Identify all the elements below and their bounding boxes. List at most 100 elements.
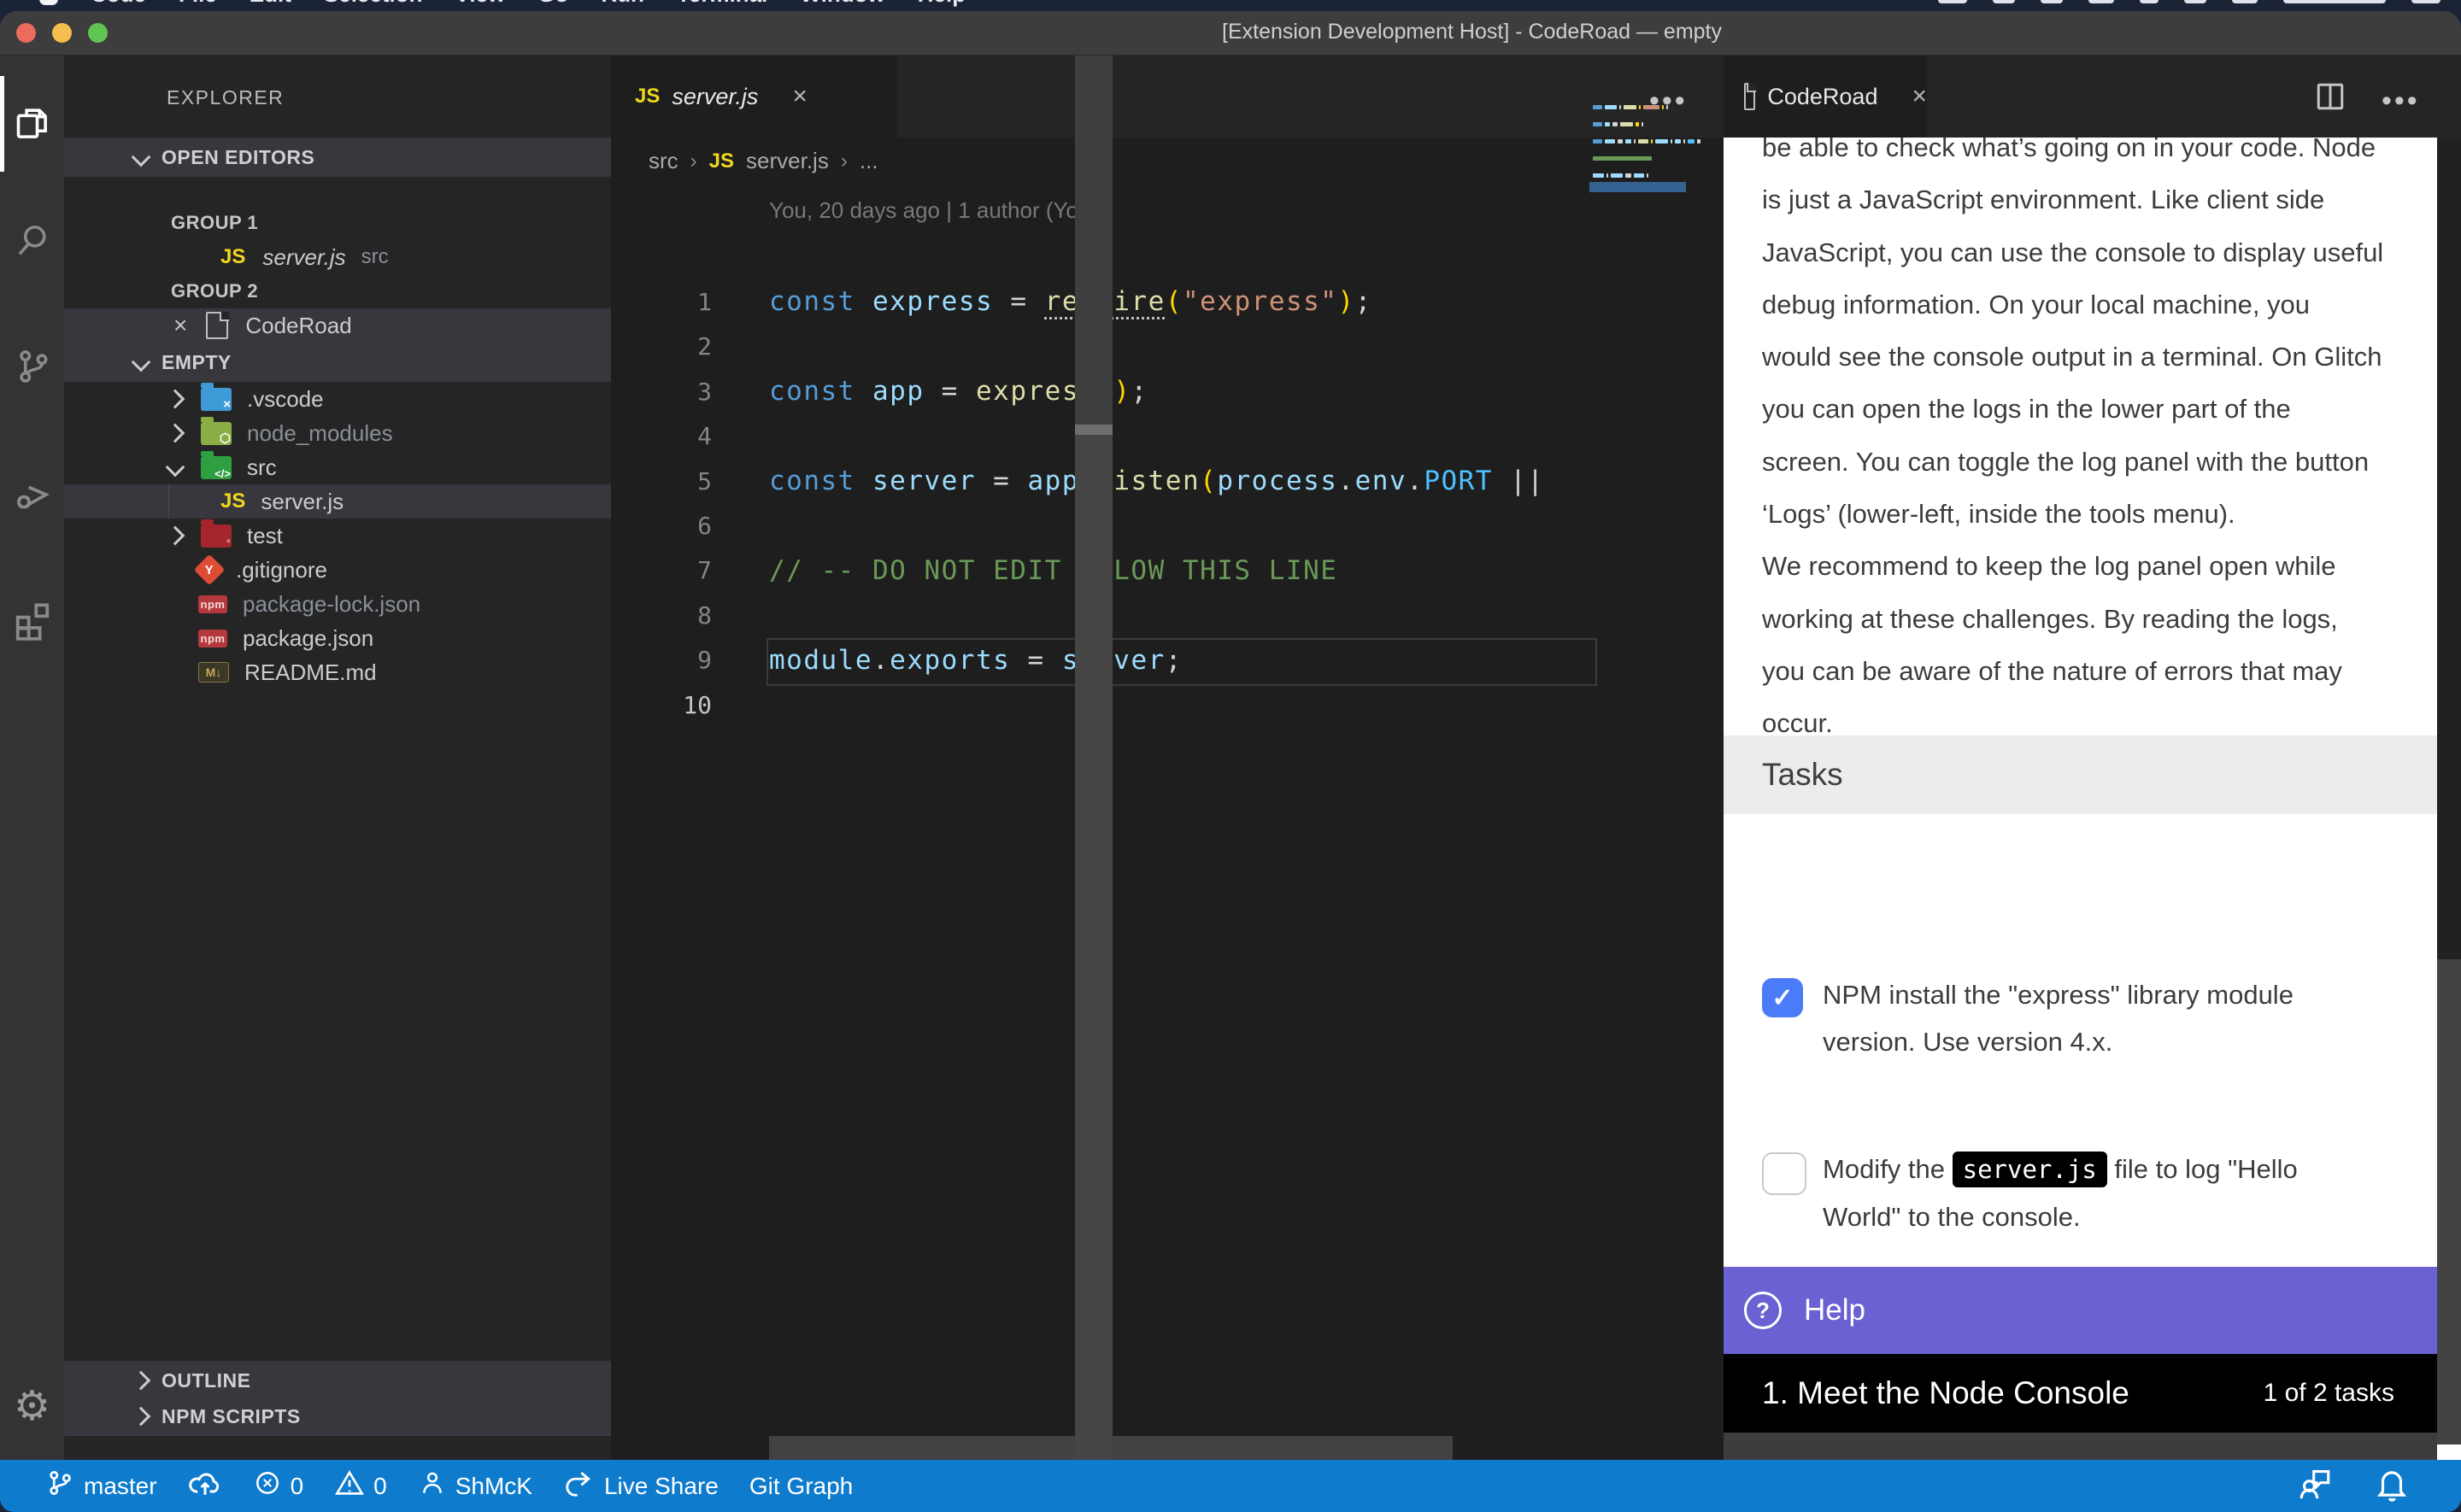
close-icon[interactable]: ×: [173, 314, 187, 337]
minimap-line: [1593, 156, 1652, 161]
help-label: Help: [1804, 1293, 1865, 1327]
statusbar-item-cloud-upload[interactable]: [188, 1466, 222, 1506]
statusbar-item-git-graph[interactable]: Git Graph: [749, 1473, 853, 1500]
minimap-line: [1593, 105, 1668, 109]
menu-item-window[interactable]: Window: [800, 0, 884, 7]
tab-close-icon[interactable]: ×: [1912, 82, 1927, 111]
open-editor-item[interactable]: JSserver.jssrc: [64, 240, 611, 274]
outline-section-header[interactable]: OUTLINE: [64, 1361, 611, 1400]
menu-status-glyph: [2041, 0, 2063, 3]
cloud-upload-icon: [188, 1466, 222, 1506]
breadcrumb[interactable]: src › JS server.js › ...: [649, 148, 878, 174]
explorer-title: EXPLORER: [167, 86, 284, 109]
tree-item-label: package-lock.json: [243, 591, 420, 618]
tree-item-readme-md[interactable]: M↓README.md: [64, 655, 611, 689]
vscode-window: [Extension Development Host] - CodeRoad …: [0, 11, 2461, 1512]
source-control-icon[interactable]: [0, 319, 64, 414]
line-number: 4: [611, 422, 712, 450]
menu-status-glyph: [1938, 0, 1967, 3]
editor-group-2: CodeRoad × ••• be able to check what’s g…: [1724, 56, 2461, 1460]
tree-item--vscode[interactable]: ×.vscode: [64, 382, 611, 416]
explorer-icon[interactable]: [0, 76, 64, 172]
editor-scrollbar-strip[interactable]: [1075, 56, 1113, 1460]
tab-server-js[interactable]: JS server.js ×: [611, 56, 897, 138]
title-bar[interactable]: [Extension Development Host] - CodeRoad …: [0, 11, 2461, 56]
menu-item-file[interactable]: File: [179, 0, 217, 7]
task-item: Modify the server.js file to log "HelloW…: [1724, 1146, 2437, 1265]
extensions-icon[interactable]: [0, 573, 64, 669]
current-line-highlight: [766, 638, 1597, 686]
open-editors-section-header[interactable]: OPEN EDITORS: [64, 138, 611, 177]
tree-item-test[interactable]: ◦test: [64, 519, 611, 553]
coderoad-text-line: would see the console output in a termin…: [1762, 331, 2399, 383]
src-folder-icon: </>: [201, 456, 232, 479]
line-number: 5: [611, 467, 712, 495]
statusbar-item-label: ShMcK: [455, 1473, 532, 1500]
folder-root-header[interactable]: EMPTY: [64, 343, 611, 382]
tree-item-node-modules[interactable]: ⬡node_modules: [64, 416, 611, 450]
tab-coderoad[interactable]: CodeRoad ×: [1724, 56, 1927, 138]
npm-scripts-section-header[interactable]: NPM SCRIPTS: [64, 1397, 611, 1436]
webview-scrollbar-thumb[interactable]: [2437, 959, 2461, 1445]
editor-actions-more-icon[interactable]: •••: [2382, 85, 2420, 118]
statusbar-item-0[interactable]: 0: [253, 1468, 304, 1503]
chevron-down-icon: [132, 148, 151, 167]
tree-item-package-lock-json[interactable]: npm package-lock.json: [64, 587, 611, 621]
statusbar-item-0[interactable]: 0: [334, 1468, 387, 1504]
menu-item-edit[interactable]: Edit: [250, 0, 291, 7]
coderoad-text-line: you can be aware of the nature of errors…: [1762, 645, 2399, 697]
apple-menu-icon[interactable]: [39, 0, 58, 5]
lesson-footer[interactable]: 1. Meet the Node Console 1 of 2 tasks: [1724, 1354, 2437, 1433]
open-editor-item[interactable]: ×CodeRoad: [64, 308, 611, 343]
window-close-button[interactable]: [16, 23, 36, 43]
menu-item-view[interactable]: View: [455, 0, 506, 7]
task-checkbox[interactable]: ✓: [1762, 978, 1803, 1017]
breadcrumb-src[interactable]: src: [649, 148, 678, 174]
coderoad-text-line: JavaScript, you can use the console to d…: [1762, 226, 2399, 278]
tab-bar: JS server.js × •••: [611, 56, 1724, 138]
window-minimize-button[interactable]: [52, 23, 72, 43]
split-editor-icon[interactable]: [2313, 79, 2347, 118]
chevron-down-icon: [132, 353, 151, 372]
minimap[interactable]: [1589, 11, 1686, 218]
tab-close-icon[interactable]: ×: [792, 82, 808, 111]
gitlens-blame-annotation: You, 20 days ago | 1 author (You): [769, 197, 1098, 224]
person-icon: [418, 1468, 447, 1503]
menu-item-run[interactable]: Run: [601, 0, 644, 7]
menu-item-terminal[interactable]: Terminal: [677, 0, 767, 7]
npm-icon: npm: [198, 630, 227, 648]
tree-item-src[interactable]: </>src: [64, 450, 611, 484]
chevron-right-icon: [166, 526, 185, 546]
menu-status-glyph: [2283, 0, 2386, 3]
npm-icon: npm: [198, 595, 227, 613]
tree-item--gitignore[interactable]: Y.gitignore: [64, 553, 611, 587]
breadcrumb-symbol[interactable]: ...: [860, 148, 878, 174]
menu-item-code[interactable]: Code: [91, 0, 146, 7]
tree-item-server-js[interactable]: JSserver.js: [64, 484, 611, 519]
group-label: GROUP 1: [171, 212, 258, 234]
help-bar[interactable]: ? Help: [1724, 1267, 2437, 1354]
task-checkbox[interactable]: [1762, 1152, 1806, 1195]
feedback-icon[interactable]: [2297, 1466, 2333, 1506]
tree-item-label: README.md: [244, 659, 377, 686]
webview-scrollbar[interactable]: [2437, 138, 2461, 1460]
line-number: 7: [611, 556, 712, 584]
menu-item-go[interactable]: Go: [537, 0, 568, 7]
scrollbar-thumb[interactable]: [1075, 425, 1113, 435]
tree-item-label: node_modules: [247, 420, 393, 447]
menu-item-selection[interactable]: Selection: [324, 0, 423, 7]
notifications-bell-icon[interactable]: [2374, 1466, 2410, 1506]
tree-item-package-json[interactable]: npmpackage.json: [64, 621, 611, 655]
window-zoom-button[interactable]: [88, 23, 108, 43]
breadcrumb-file[interactable]: server.js: [746, 148, 829, 174]
statusbar-item-live-share[interactable]: Live Share: [563, 1467, 719, 1505]
run-and-debug-icon[interactable]: [0, 447, 64, 542]
js-file-icon: JS: [220, 489, 245, 513]
search-icon[interactable]: [0, 192, 64, 288]
settings-gear-icon[interactable]: ⚙: [0, 1376, 64, 1436]
statusbar-item-master[interactable]: master: [44, 1468, 157, 1504]
menu-status-glyph: [1993, 0, 2015, 3]
tree-item-label: .vscode: [247, 386, 324, 413]
statusbar-item-shmck[interactable]: ShMcK: [418, 1468, 532, 1503]
menu-item-help[interactable]: Help: [918, 0, 966, 7]
